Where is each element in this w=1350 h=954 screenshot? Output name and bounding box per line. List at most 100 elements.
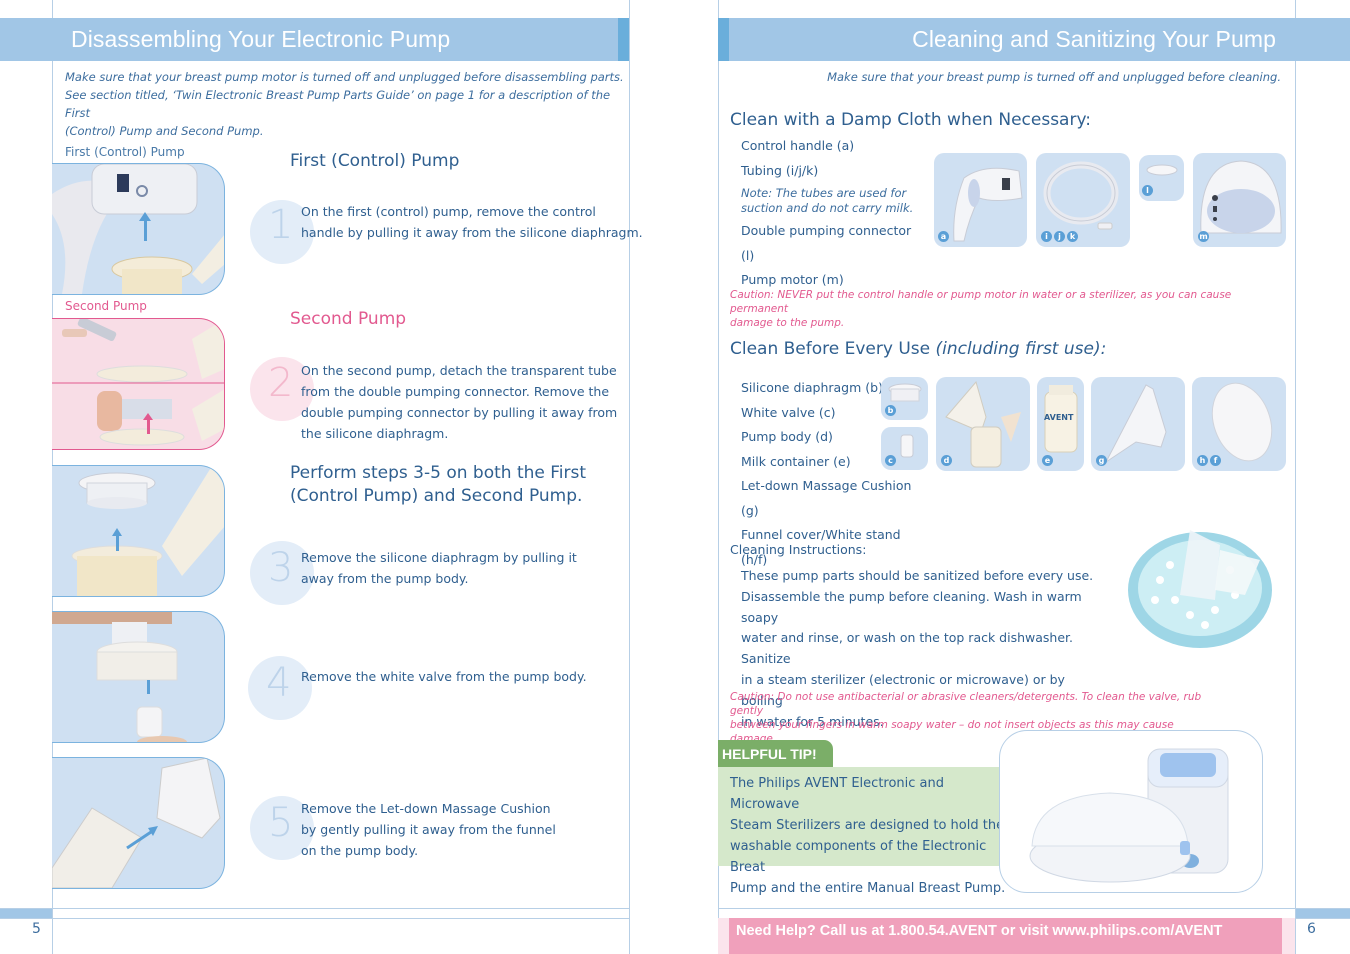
heading-line: (Control Pump) and Second Pump. [290, 486, 583, 506]
left-footer-rule [0, 908, 629, 909]
step-5-number: 5 [268, 800, 294, 846]
right-page-margin-line [1295, 0, 1296, 954]
instruction-line: These pump parts should be sanitized bef… [741, 568, 1094, 583]
step-line: handle by pulling it away from the silic… [301, 225, 643, 240]
step-line: Remove the white valve from the pump bod… [301, 669, 587, 684]
part-badge: a [938, 231, 949, 242]
left-footer-tab [0, 909, 52, 918]
helpful-tip-box: The Philips AVENT Electronic and Microwa… [718, 767, 1022, 896]
photo-step-1 [52, 163, 225, 295]
help-bar-left-edge [718, 918, 729, 954]
arrow-up-icon [144, 219, 147, 241]
photo-step-3 [52, 465, 225, 597]
instructions-heading: Cleaning Instructions: [730, 542, 867, 557]
step-4-number: 4 [266, 660, 292, 706]
right-banner-accent [718, 18, 729, 61]
intro-line: Make sure that your breast pump motor is… [65, 70, 624, 84]
step-line: Remove the Let-down Massage Cushion [301, 801, 551, 816]
tip-line: Steam Sterilizers are designed to hold t… [730, 818, 1005, 833]
caution-line: Caution: NEVER put the control handle or… [730, 289, 1232, 315]
diaphragm-illustration [71, 466, 224, 596]
arrow-down-icon [147, 680, 150, 694]
photo-step-4 [52, 611, 225, 743]
caution-line: Caution: Do not use antibacterial or abr… [730, 691, 1202, 717]
part-badge: h [1197, 455, 1208, 466]
arrow-up-icon [147, 418, 150, 434]
part-item: Tubing (i/j/k) [741, 162, 819, 178]
left-footer-rule-2 [0, 918, 629, 919]
sterilizers-image [999, 730, 1263, 893]
tip-line: Pump and the entire Manual Breast Pump. [730, 881, 1006, 896]
every-use-heading: Clean Before Every Use (including first … [730, 339, 1106, 359]
heading-text: Clean Before Every Use [730, 339, 936, 359]
double-connector-illustration [52, 319, 224, 446]
tile-massage-cushion: g [1091, 377, 1185, 471]
damp-cloth-list: Control handle (a) Tubing (i/j/k) Note: … [741, 134, 926, 293]
photo-label-second: Second Pump [65, 299, 147, 313]
step-line: double pumping connector by pulling it a… [301, 405, 618, 420]
left-banner-accent [618, 18, 629, 61]
arrow-up-head-icon [112, 528, 122, 536]
step-line: Remove the silicone diaphragm by pulling… [301, 550, 577, 565]
step-3-text: Remove the silicone diaphragm by pulling… [301, 547, 577, 589]
right-footer-tab [1296, 909, 1350, 918]
step-1-number: 1 [268, 202, 294, 248]
tile-pump-motor: m [1193, 153, 1286, 247]
avent-logo: AVENT [1044, 413, 1074, 422]
tile-funnel-cover: h f [1192, 377, 1286, 471]
tile-pump-body: d [936, 377, 1030, 471]
first-pump-heading: First (Control) Pump [290, 151, 460, 171]
note-line: suction and do not carry milk. [741, 201, 914, 215]
second-pump-heading: Second Pump [290, 309, 407, 329]
part-badge: e [1042, 455, 1053, 466]
sterilizer-basket-image [1120, 500, 1280, 655]
heading-line: Perform steps 3-5 on both the First [290, 463, 587, 483]
step-line: the silicone diaphragm. [301, 426, 449, 441]
arrow-up-head-icon [139, 212, 151, 221]
note-line: Note: The tubes are used for [741, 186, 907, 200]
step-line: away from the pump body. [301, 571, 469, 586]
tile-silicone-diaphragm: b [881, 377, 928, 420]
sterilizers-icon [1029, 748, 1229, 883]
tubing-note: Note: The tubes are used for suction and… [741, 186, 926, 216]
arrow-up-icon [116, 535, 119, 551]
part-badge: b [885, 405, 896, 416]
photo-step-2 [52, 318, 225, 450]
right-page-number: 6 [1307, 921, 1316, 937]
intro-line: See section titled, ‘Twin Electronic Bre… [65, 88, 611, 120]
left-page-number: 5 [32, 921, 41, 937]
help-bar-right-edge [1282, 918, 1295, 954]
tile-tubing: i j k [1036, 153, 1130, 247]
step-5-text: Remove the Let-down Massage Cushion by g… [301, 798, 556, 861]
photo-label-first: First (Control) Pump [65, 145, 185, 159]
part-badge: d [941, 455, 952, 466]
step-line: by gently pulling it away from the funne… [301, 822, 556, 837]
intro-line: (Control) Pump and Second Pump. [65, 124, 264, 138]
right-intro: Make sure that your breast pump is turne… [827, 70, 1281, 84]
step-2-number: 2 [268, 360, 294, 406]
step-2-text: On the second pump, detach the transpare… [301, 360, 617, 444]
tile-white-valve: c [881, 427, 928, 470]
step-1-text: On the first (control) pump, remove the … [301, 201, 643, 243]
helpful-tip-label: HELPFUL TIP! [718, 740, 833, 768]
massage-cushion-illustration [52, 758, 221, 888]
part-badge: c [885, 455, 896, 466]
part-badge: j [1054, 231, 1065, 242]
step-3-number: 3 [268, 545, 294, 591]
both-pumps-heading: Perform steps 3-5 on both the First (Con… [290, 462, 586, 508]
help-bar: Need Help? Call us at 1.800.54.AVENT or … [729, 918, 1282, 954]
left-page-right-line [629, 0, 630, 954]
tip-line: The Philips AVENT Electronic and Microwa… [730, 776, 945, 812]
step-4-text: Remove the white valve from the pump bod… [301, 666, 587, 687]
caution-line: damage to the pump. [730, 317, 845, 329]
right-footer-rule [718, 908, 1350, 909]
damp-cloth-heading: Clean with a Damp Cloth when Necessary: [730, 110, 1092, 130]
control-handle-illustration [52, 164, 224, 294]
tip-line: washable components of the Electronic Br… [730, 839, 987, 875]
step-line: on the pump body. [301, 843, 419, 858]
part-item: Let-down Massage Cushion (g) [741, 478, 912, 518]
white-valve-illustration [52, 612, 187, 742]
part-badge: m [1198, 231, 1209, 242]
heading-italic: (including first use): [935, 339, 1107, 359]
part-item: Control handle (a) [741, 138, 855, 153]
